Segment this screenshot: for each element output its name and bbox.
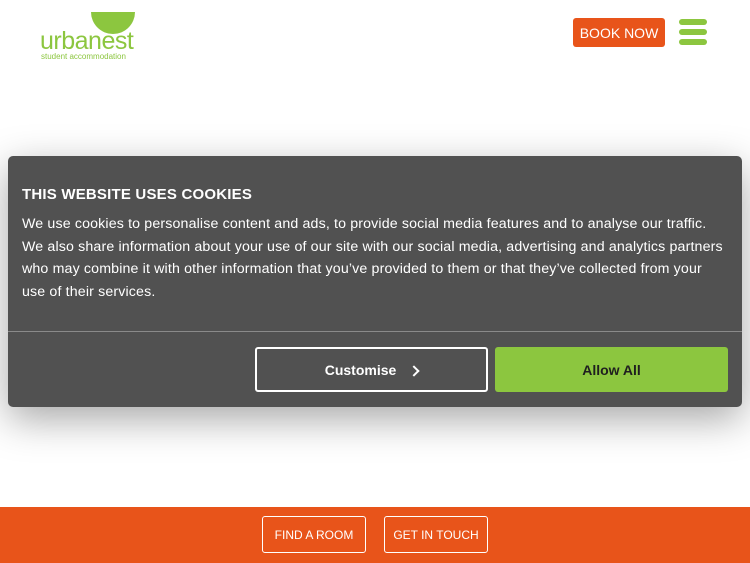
customise-label: Customise xyxy=(324,361,397,378)
allow-all-button[interactable]: Allow All xyxy=(495,347,728,392)
cookie-banner-text: We use cookies to personalise content an… xyxy=(22,216,723,300)
menu-bar xyxy=(679,19,707,25)
get-in-touch-button[interactable]: GET IN TOUCH xyxy=(384,516,488,553)
menu-bar xyxy=(679,29,707,35)
footer-action-bar: FIND A ROOM GET IN TOUCH xyxy=(0,507,750,563)
book-now-button[interactable]: BOOK NOW xyxy=(573,18,665,47)
urbanest-logo[interactable]: urbanest student accommodation xyxy=(40,12,150,62)
menu-bar xyxy=(679,39,707,45)
cookie-consent-banner: THIS WEBSITE USES COOKIES We use cookies… xyxy=(8,156,742,407)
chevron-right-icon xyxy=(408,364,420,377)
find-a-room-button[interactable]: FIND A ROOM xyxy=(262,516,366,553)
site-header: urbanest student accommodation BOOK NOW xyxy=(0,0,750,90)
cookie-banner-divider xyxy=(8,331,742,332)
logo-tagline: student accommodation xyxy=(41,52,126,61)
hamburger-menu-icon[interactable] xyxy=(679,19,707,45)
logo-wordmark: urbanest xyxy=(40,27,134,55)
cookie-banner-title: THIS WEBSITE USES COOKIES xyxy=(22,186,253,203)
customise-button[interactable]: Customise xyxy=(255,347,488,392)
